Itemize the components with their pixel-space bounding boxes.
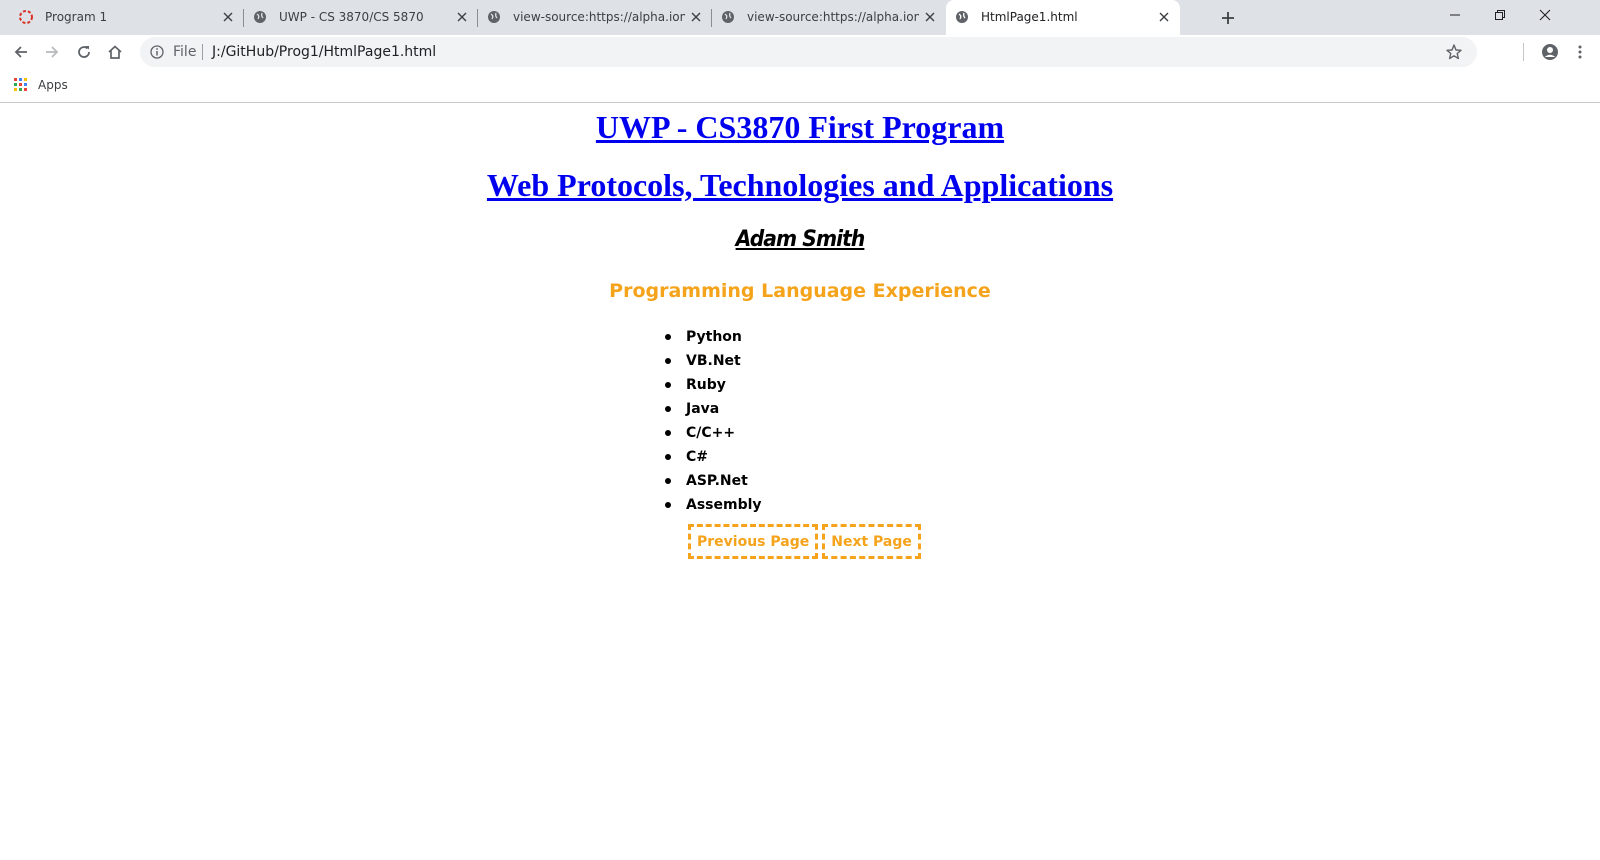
home-icon bbox=[108, 45, 122, 59]
course-subtitle-heading: Web Protocols, Technologies and Applicat… bbox=[0, 166, 1600, 204]
globe-icon bbox=[720, 9, 736, 25]
minimize-button[interactable] bbox=[1432, 0, 1477, 30]
minimize-icon bbox=[1449, 14, 1460, 16]
restore-icon bbox=[1494, 10, 1505, 20]
bookmarks-bar: Apps bbox=[0, 69, 1600, 103]
omnibox-divider bbox=[202, 44, 203, 60]
plus-icon bbox=[1222, 12, 1234, 24]
list-item: Assembly bbox=[662, 493, 762, 517]
tab-view-source-2[interactable]: view-source:https://alpha.ion.uwplatt bbox=[712, 0, 946, 35]
tab-title: HtmlPage1.html bbox=[981, 10, 1078, 24]
course-heading-link[interactable]: UWP - CS3870 First Program bbox=[596, 109, 1004, 145]
close-window-button[interactable] bbox=[1522, 0, 1567, 30]
info-icon[interactable] bbox=[149, 44, 165, 60]
toolbar: File J:/GitHub/Prog1/HtmlPage1.html bbox=[0, 35, 1600, 69]
list-item: Java bbox=[662, 397, 762, 421]
forward-button[interactable] bbox=[38, 38, 66, 66]
section-title: Programming Language Experience bbox=[609, 280, 991, 302]
home-button[interactable] bbox=[101, 38, 129, 66]
tab-htmlpage1[interactable]: HtmlPage1.html bbox=[946, 0, 1180, 35]
toolbar-divider bbox=[1523, 43, 1524, 61]
profile-button[interactable] bbox=[1536, 38, 1564, 66]
globe-icon bbox=[486, 9, 502, 25]
tab-title: view-source:https://alpha.ion.uwplatt bbox=[747, 10, 919, 24]
previous-page-button[interactable]: Previous Page bbox=[688, 524, 819, 559]
restore-button[interactable] bbox=[1477, 0, 1522, 30]
globe-icon bbox=[252, 9, 268, 25]
apps-label: Apps bbox=[38, 78, 68, 92]
globe-icon bbox=[954, 9, 970, 25]
close-icon[interactable] bbox=[221, 10, 235, 24]
reload-icon bbox=[78, 46, 90, 58]
course-heading: UWP - CS3870 First Program bbox=[0, 108, 1600, 146]
close-icon[interactable] bbox=[689, 10, 703, 24]
close-icon bbox=[1539, 9, 1550, 21]
url-scheme-label: File bbox=[173, 44, 197, 60]
course-subtitle-link[interactable]: Web Protocols, Technologies and Applicat… bbox=[487, 167, 1113, 203]
next-page-button[interactable]: Next Page bbox=[822, 524, 921, 559]
close-icon[interactable] bbox=[1157, 10, 1171, 24]
address-bar[interactable]: File J:/GitHub/Prog1/HtmlPage1.html bbox=[140, 37, 1477, 67]
menu-button[interactable] bbox=[1566, 38, 1594, 66]
loading-spinner-icon bbox=[18, 9, 34, 25]
close-icon[interactable] bbox=[923, 10, 937, 24]
reload-button[interactable] bbox=[70, 38, 98, 66]
close-icon[interactable] bbox=[455, 10, 469, 24]
tab-title: view-source:https://alpha.ion.uwplatt bbox=[513, 10, 685, 24]
tab-program-1[interactable]: Program 1 bbox=[10, 0, 242, 35]
apps-shortcut[interactable]: Apps bbox=[14, 77, 68, 93]
bookmark-star-icon[interactable] bbox=[1445, 43, 1463, 61]
back-arrow-icon bbox=[14, 46, 27, 58]
language-list: Python VB.Net Ruby Java C/C++ C# ASP.Net… bbox=[662, 325, 762, 517]
more-vert-icon bbox=[1578, 45, 1582, 59]
tab-title: Program 1 bbox=[45, 10, 108, 24]
list-item: Ruby bbox=[662, 373, 762, 397]
tab-strip: Program 1 UWP - CS 3870/CS 5870 view-sou… bbox=[0, 0, 1600, 35]
forward-arrow-icon bbox=[46, 46, 59, 58]
tab-uwp-cs3870[interactable]: UWP - CS 3870/CS 5870 bbox=[244, 0, 478, 35]
url-text[interactable]: J:/GitHub/Prog1/HtmlPage1.html bbox=[212, 44, 436, 60]
list-item: C# bbox=[662, 445, 762, 469]
tab-view-source-1[interactable]: view-source:https://alpha.ion.uwplatt bbox=[478, 0, 712, 35]
author-name: Adam Smith bbox=[735, 227, 866, 252]
account-icon bbox=[1542, 44, 1558, 60]
page-navigation: Previous Page Next Page bbox=[688, 524, 921, 559]
list-item: Python bbox=[662, 325, 762, 349]
tab-title: UWP - CS 3870/CS 5870 bbox=[279, 10, 424, 24]
apps-grid-icon bbox=[14, 78, 28, 92]
new-tab-button[interactable] bbox=[1216, 6, 1240, 30]
list-item: C/C++ bbox=[662, 421, 762, 445]
back-button[interactable] bbox=[7, 38, 35, 66]
page-content: UWP - CS3870 First Program Web Protocols… bbox=[0, 103, 1600, 860]
list-item: VB.Net bbox=[662, 349, 762, 373]
list-item: ASP.Net bbox=[662, 469, 762, 493]
